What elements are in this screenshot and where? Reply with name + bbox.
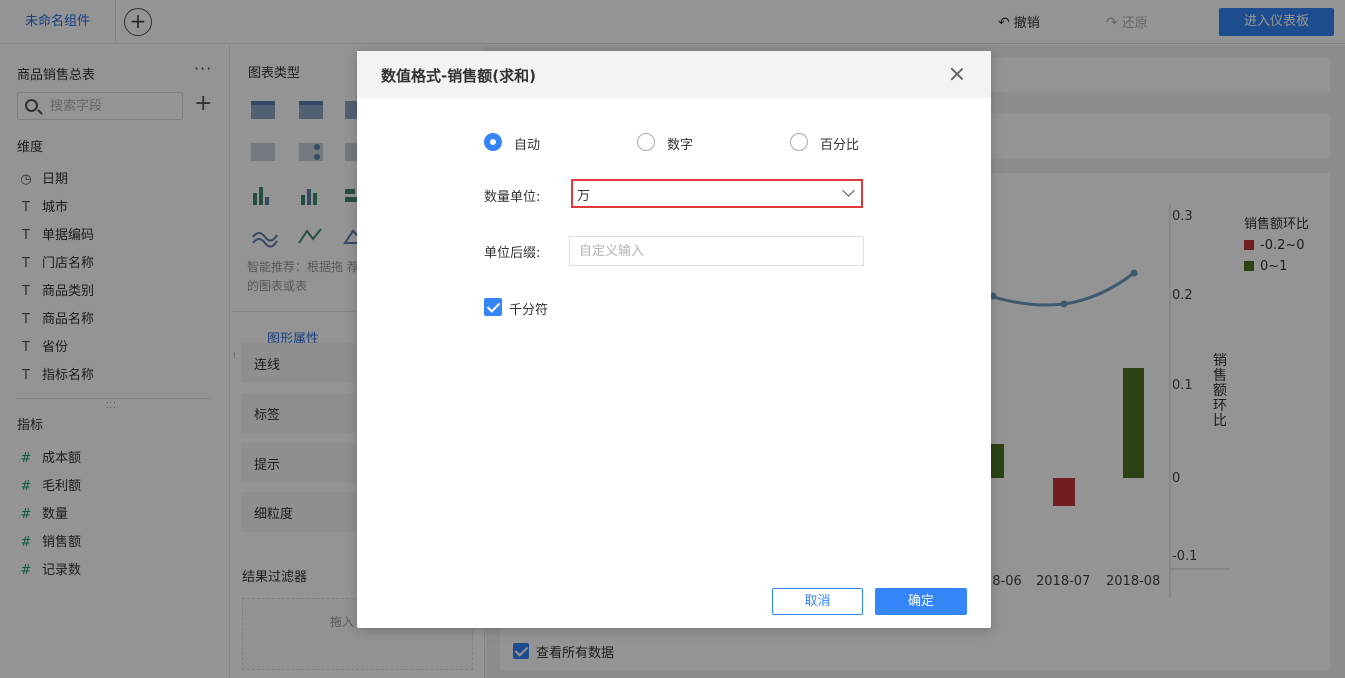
dialog-header: 数值格式-销售额(求和) [357,51,991,98]
chevron-down-icon [842,184,855,197]
unit-select-value: 万 [577,189,591,204]
suffix-field [569,236,864,266]
radio-circle [637,133,655,151]
number-format-dialog: 数值格式-销售额(求和) 自动 数字 百分比 数量单位: 万 单位后缀: 千分符… [357,51,991,628]
thousands-checkbox[interactable] [484,298,502,316]
dialog-title: 数值格式-销售额(求和) [381,67,536,85]
cancel-button[interactable]: 取消 [772,588,863,615]
suffix-label: 单位后缀: [484,246,541,261]
radio-circle [790,133,808,151]
ok-button[interactable]: 确定 [875,588,967,615]
radio-circle [484,133,502,151]
unit-select[interactable]: 万 [571,179,863,208]
thousands-label: 千分符 [509,303,549,318]
close-icon[interactable] [949,66,965,82]
thousands-separator-option[interactable]: 千分符 [484,298,548,318]
unit-label: 数量单位: [484,190,541,205]
suffix-input[interactable] [579,242,849,260]
